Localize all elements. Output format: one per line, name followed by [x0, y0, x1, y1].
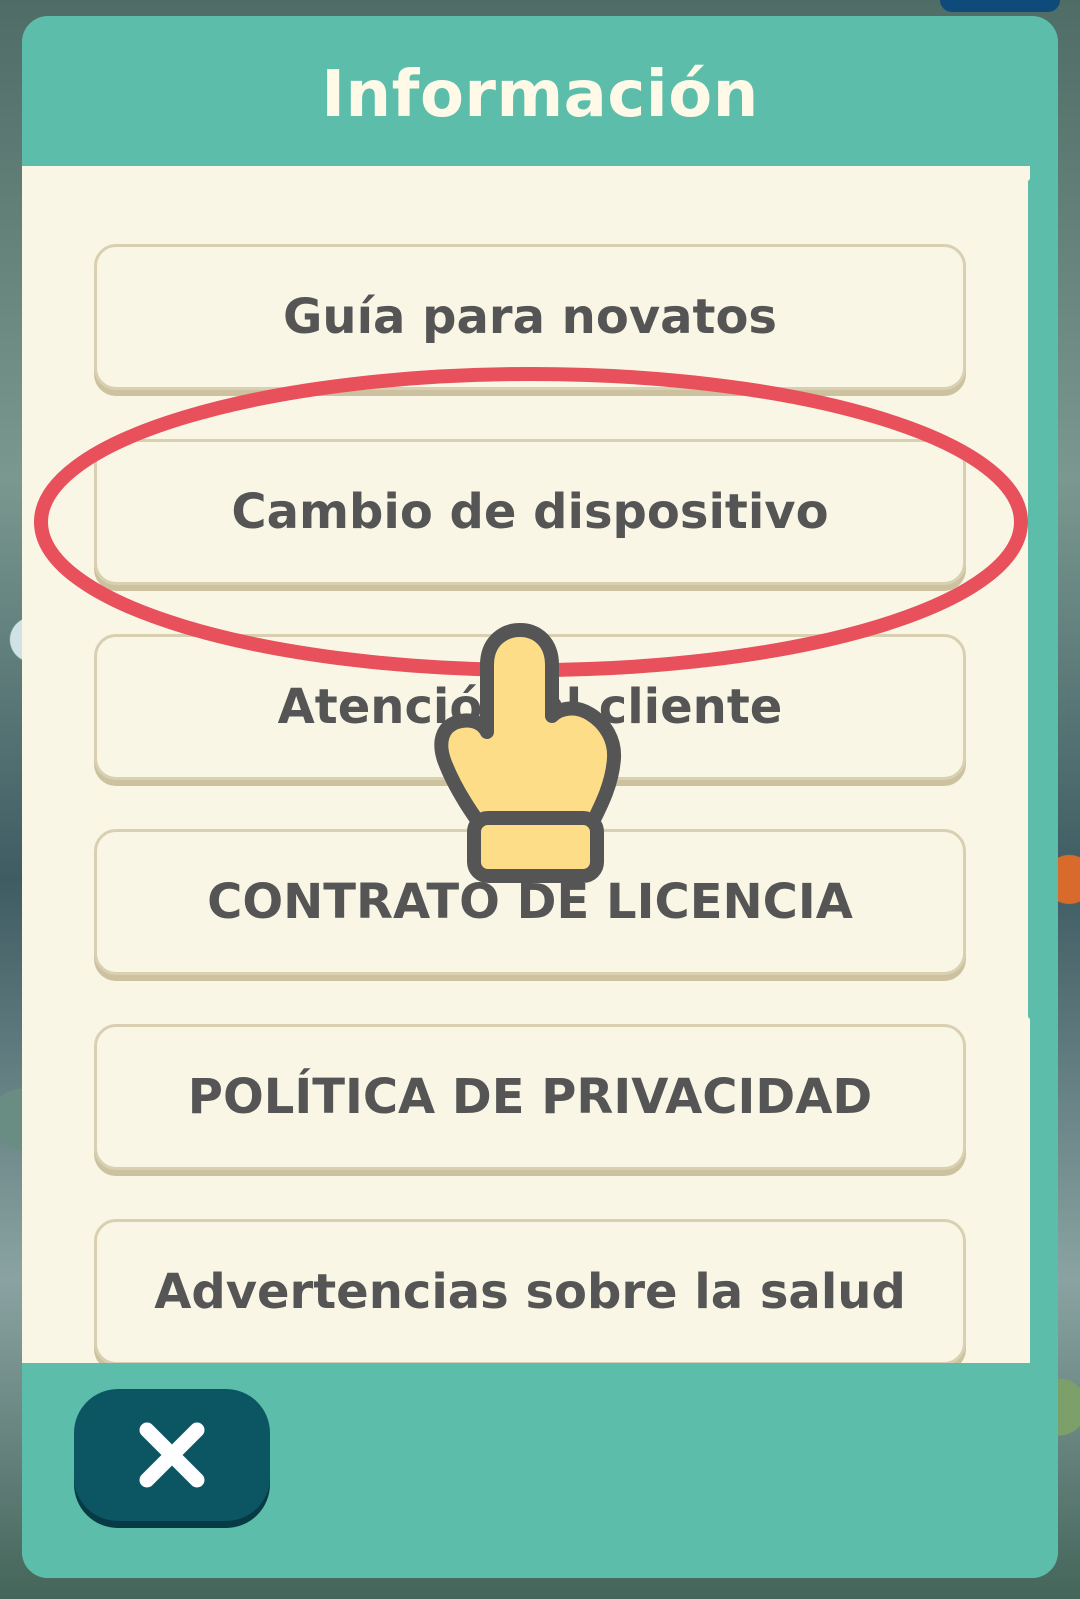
top-badge: [940, 0, 1060, 12]
game-background: Información Guía para novatos Cambio de …: [0, 0, 1080, 1599]
device-change-button[interactable]: Cambio de dispositivo: [94, 439, 966, 585]
license-agreement-button[interactable]: CONTRATO DE LICENCIA: [94, 829, 966, 975]
customer-support-button[interactable]: Atención al cliente: [94, 634, 966, 780]
scrollbar[interactable]: [1028, 179, 1038, 1019]
close-x-icon: [139, 1422, 205, 1488]
dialog-title: Información: [321, 58, 759, 132]
health-warnings-button[interactable]: Advertencias sobre la salud: [94, 1219, 966, 1365]
newbie-guide-button[interactable]: Guía para novatos: [94, 244, 966, 390]
close-button[interactable]: [74, 1389, 270, 1521]
dialog-body[interactable]: Guía para novatos Cambio de dispositivo …: [22, 166, 1030, 1406]
dialog-header: Información: [22, 16, 1058, 166]
privacy-policy-button[interactable]: POLÍTICA DE PRIVACIDAD: [94, 1024, 966, 1170]
information-dialog: Información Guía para novatos Cambio de …: [22, 16, 1058, 1578]
